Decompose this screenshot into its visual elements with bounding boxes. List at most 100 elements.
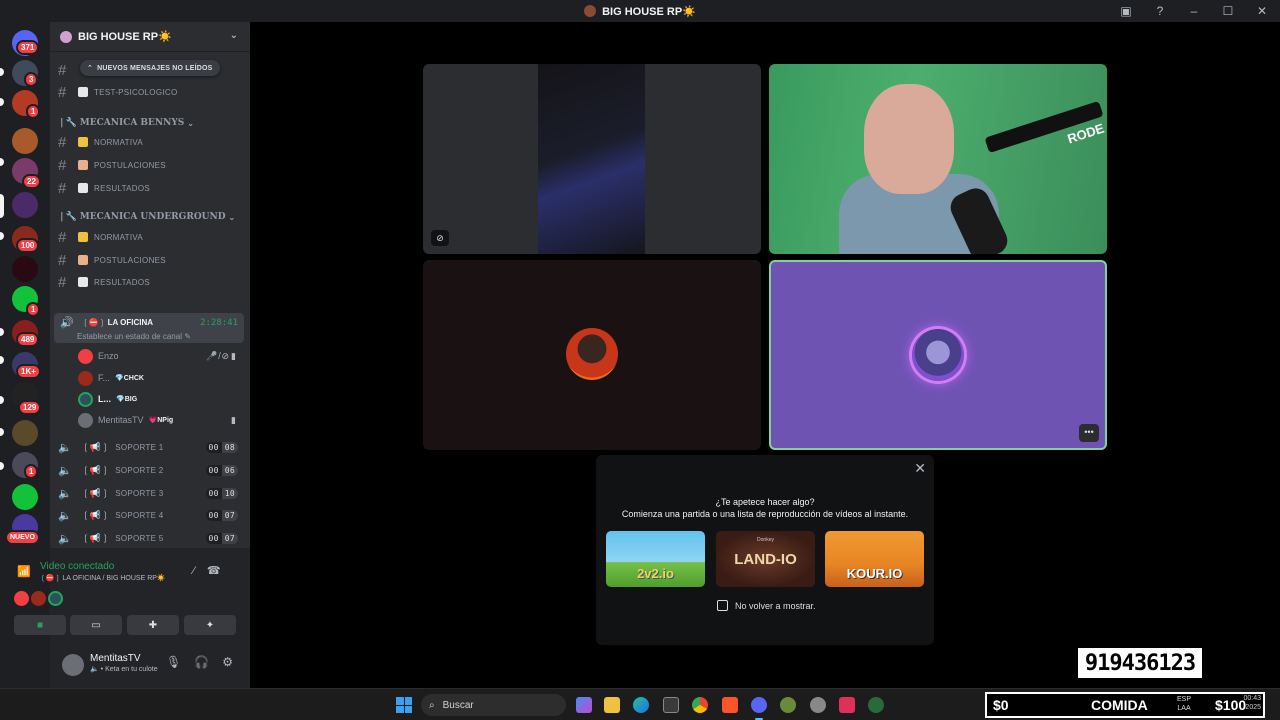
voice-user[interactable]: Enzo 🎤̸⊘▮ xyxy=(78,346,244,366)
checkbox[interactable] xyxy=(717,600,728,611)
inbox-icon[interactable]: ▣ xyxy=(1118,4,1134,18)
more-options-icon[interactable]: ••• xyxy=(1079,424,1099,442)
camera-icon: ■ xyxy=(36,619,44,631)
popup-question: ¿Te apetece hacer algo? xyxy=(715,497,815,507)
voice-user-name: MentitasTV xyxy=(98,415,144,425)
mention-badge: 3 xyxy=(24,72,39,87)
chevron-down-icon: ⌄ xyxy=(228,212,236,222)
user-limit-badge: 00 07 xyxy=(205,532,238,544)
voice-channel-item[interactable]: 🔈 ❲📢❳ SOPORTE 3 00 10 xyxy=(58,483,242,503)
disconnect-icon[interactable]: ☎ xyxy=(207,565,233,577)
channel-status-hint[interactable]: Establece un estado de canal ✎ xyxy=(77,332,191,341)
no-entry-icon: ❲⛔❳ xyxy=(40,575,63,582)
category-header[interactable]: ❘🔧 MECANICA UNDERGROUND ⌄ xyxy=(58,209,235,225)
edge-icon[interactable] xyxy=(633,697,649,713)
microphone-icon[interactable]: 🎙 xyxy=(166,655,194,669)
voice-channel-item[interactable]: 🔈 ❲📢❳ SOPORTE 5 00 07 xyxy=(58,528,242,548)
user-tag: 💗NPig xyxy=(148,417,174,424)
server-icon[interactable] xyxy=(12,128,38,154)
video-icon: ▮ xyxy=(231,414,238,425)
signal-icon[interactable]: 📶 xyxy=(17,565,31,578)
server-header[interactable]: BIG HOUSE RP☀️ ⌄ xyxy=(50,22,250,52)
video-tile[interactable]: RODE xyxy=(769,64,1107,254)
channel-item[interactable]: # TEST-PSICOLOGICO xyxy=(58,82,244,102)
window-titlebar: BIG HOUSE RP☀️ ▣ ? – ☐ ✕ xyxy=(0,0,1280,22)
noise-suppression-icon[interactable]: ⁄ xyxy=(193,565,207,577)
page-icon xyxy=(78,183,88,193)
help-icon[interactable]: ? xyxy=(1152,4,1168,18)
channel-item[interactable]: # NORMATIVA xyxy=(58,132,244,152)
dont-show-again-checkbox[interactable]: No volver a mostrar. xyxy=(717,600,816,611)
screen-share-button[interactable]: ▭ xyxy=(70,615,122,635)
voice-user[interactable]: F... 💎CHCK xyxy=(78,368,244,388)
camera-feed xyxy=(864,84,954,194)
user-limit-badge: 00 07 xyxy=(205,509,238,521)
voice-location[interactable]: ❲⛔❳ LA OFICINA / BIG HOUSE RP☀️ xyxy=(40,574,166,582)
copilot-icon[interactable] xyxy=(576,697,592,713)
voice-channel-name: SOPORTE 4 xyxy=(115,510,164,520)
channel-item[interactable]: # RESULTADOS xyxy=(58,178,244,198)
video-tile[interactable]: ⊘ xyxy=(423,64,761,254)
avatar[interactable] xyxy=(62,654,84,676)
channel-item[interactable]: # NORMATIVA xyxy=(58,227,244,247)
tiktok-icon[interactable] xyxy=(839,697,855,713)
server-icon[interactable] xyxy=(12,484,38,510)
close-window-icon[interactable]: ✕ xyxy=(1254,4,1270,18)
mention-badge: 1 xyxy=(26,302,41,317)
category-header[interactable]: ❘🔧 MECANICA BENNYS ⌄ xyxy=(58,115,194,131)
hash-icon: # xyxy=(58,251,67,269)
channel-name: NORMATIVA xyxy=(94,232,144,242)
voice-user[interactable]: MentitasTV 💗NPig ▮ xyxy=(78,410,244,430)
username[interactable]: MentitasTV xyxy=(90,653,141,664)
camera-button[interactable]: ■ xyxy=(14,615,66,635)
channel-item[interactable]: # POSTULACIONES xyxy=(58,250,244,270)
store-icon[interactable] xyxy=(663,697,679,713)
discord-icon[interactable] xyxy=(751,697,767,713)
activity-card[interactable]: KOUR.IO xyxy=(825,531,924,587)
gear-icon[interactable]: ⚙ xyxy=(222,655,246,669)
app-icon[interactable] xyxy=(868,697,884,713)
server-icon[interactable] xyxy=(12,192,38,218)
speaker-icon: 🔈 xyxy=(58,532,72,545)
voice-channel-item[interactable]: 🔈 ❲📢❳ SOPORTE 2 00 06 xyxy=(58,460,242,480)
voice-channel-name: SOPORTE 2 xyxy=(115,465,164,475)
activity-card[interactable]: 2v2.io xyxy=(606,531,705,587)
file-explorer-icon[interactable] xyxy=(604,697,620,713)
megaphone-icon: ❲📢❳ xyxy=(82,509,110,520)
voice-channel-item[interactable]: 🔈 ❲📢❳ SOPORTE 4 00 07 xyxy=(58,505,242,525)
voice-participants xyxy=(14,591,63,606)
avatar[interactable] xyxy=(14,591,29,606)
soundboard-button[interactable]: ✦ xyxy=(184,615,236,635)
taskbar-search[interactable]: ⌕ Buscar xyxy=(421,694,566,716)
wrench-icon: ❘🔧 xyxy=(58,118,77,128)
app-icon[interactable] xyxy=(810,697,826,713)
voice-channel-la-oficina[interactable]: 🔊 ❲⛔❳ LA OFICINA Establece un estado de … xyxy=(54,313,244,343)
brave-icon[interactable] xyxy=(722,697,738,713)
avatar[interactable] xyxy=(31,591,46,606)
server-icon[interactable] xyxy=(12,256,38,282)
headphones-icon[interactable]: 🎧 xyxy=(194,655,222,669)
unread-indicator xyxy=(0,232,4,240)
minimize-icon[interactable]: – xyxy=(1186,4,1202,18)
voice-status[interactable]: Video conectado xyxy=(40,561,114,572)
selected-indicator xyxy=(0,194,4,218)
voice-tile[interactable] xyxy=(423,260,761,450)
activity-card[interactable]: Donkey LAND-IO xyxy=(716,531,815,587)
avatar[interactable] xyxy=(48,591,63,606)
unread-messages-pill[interactable]: ⌃ NUEVOS MENSAJES NO LEÍDOS xyxy=(80,60,220,76)
hud-label: COMIDA xyxy=(1091,697,1148,713)
unread-indicator xyxy=(0,396,4,404)
voice-user[interactable]: L... 💎BIG xyxy=(78,389,244,409)
app-icon[interactable] xyxy=(780,697,796,713)
activities-button[interactable]: ✚ xyxy=(127,615,179,635)
channel-item[interactable]: # POSTULACIONES xyxy=(58,155,244,175)
chrome-icon[interactable] xyxy=(692,697,708,713)
server-icon[interactable] xyxy=(12,420,38,446)
voice-user-name: L... xyxy=(98,394,111,404)
voice-tile-speaking[interactable]: ••• xyxy=(769,260,1107,450)
voice-channel-item[interactable]: 🔈 ❲📢❳ SOPORTE 1 00 08 xyxy=(58,437,242,457)
maximize-icon[interactable]: ☐ xyxy=(1220,4,1236,18)
close-icon[interactable]: ✕ xyxy=(914,460,926,477)
channel-item[interactable]: # RESULTADOS xyxy=(58,272,244,292)
windows-start-icon[interactable] xyxy=(396,697,412,713)
